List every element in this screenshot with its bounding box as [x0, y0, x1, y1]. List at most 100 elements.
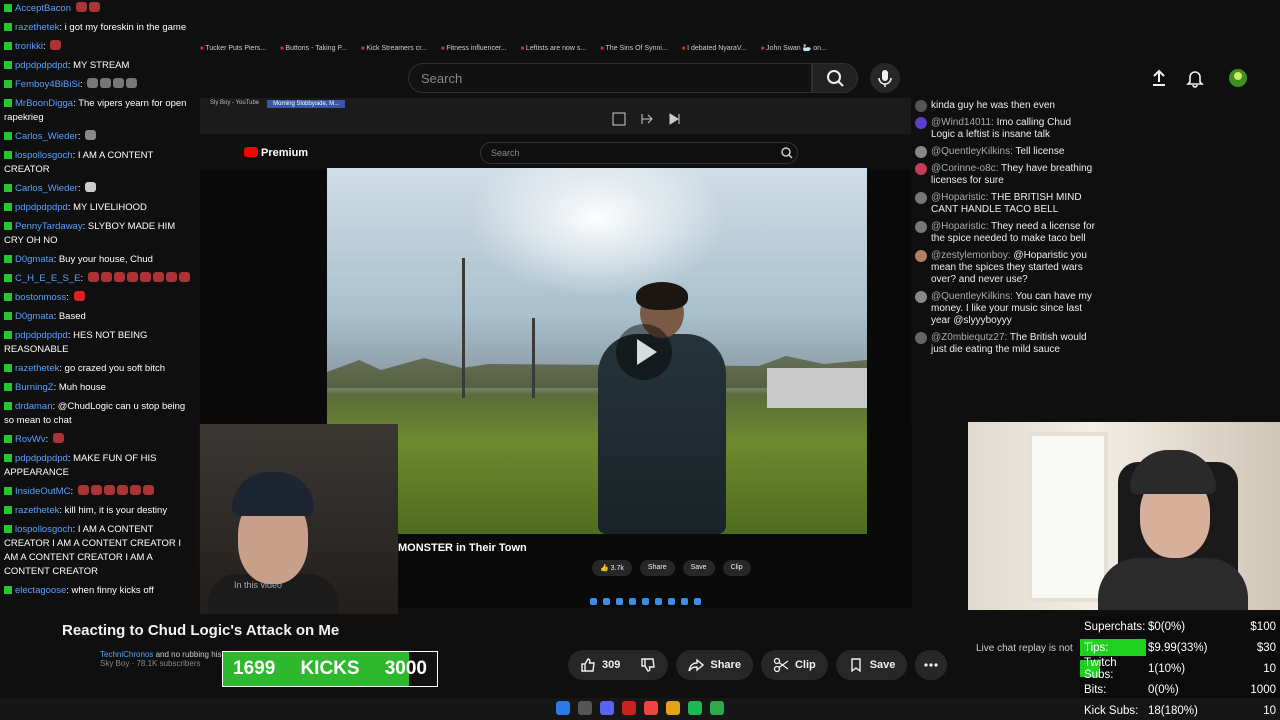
clip-label: Clip — [794, 659, 816, 671]
share-icon — [688, 658, 705, 672]
inner-chat-message: kinda guy he was then even — [915, 100, 1097, 112]
inner-chat-message: @Corinne-o8c: They have breathing licens… — [915, 163, 1097, 187]
avatar-icon — [1229, 69, 1247, 87]
more-icon — [924, 663, 939, 667]
chat-message: razethetek: go crazed you soft bitch — [4, 362, 196, 376]
goal-row: Superchats: $0(0%) $100 — [1084, 620, 1276, 633]
thumbs-down-icon[interactable] — [640, 657, 656, 673]
chat-message: Carlos_Wieder: — [4, 130, 196, 144]
chrome-icon[interactable] — [644, 701, 658, 715]
chat-message: trorikki: — [4, 40, 196, 54]
channel-subs: 78.1K subscribers — [136, 659, 201, 668]
video-person — [592, 282, 732, 534]
notifications-button[interactable] — [1185, 68, 1205, 88]
bookmark[interactable]: Tucker Puts Piers... — [200, 45, 266, 52]
chat-message: pdpdpdpdpd: MY LIVELIHOOD — [4, 201, 196, 215]
chat-message: RovWv: — [4, 433, 196, 447]
chat-message: C_H_E_E_S_E: — [4, 272, 196, 286]
chat-message: razethetek: i got my foreskin in the gam… — [4, 21, 196, 35]
inner-chat-message: @Z0mbiequtz27: The British would just di… — [915, 332, 1097, 356]
video-actions: 309 Share Clip Save — [568, 650, 948, 680]
search-icon — [827, 70, 844, 87]
avatar[interactable] — [1228, 68, 1248, 88]
play-button[interactable] — [616, 324, 672, 380]
inner-taskbar — [590, 598, 701, 605]
inner-search-input: Search — [480, 142, 798, 164]
guest-webcam: In this video — [198, 424, 398, 614]
like-count: 309 — [602, 659, 621, 671]
in-this-video-label: In this video — [234, 580, 283, 590]
upload-button[interactable] — [1149, 68, 1169, 88]
channel-name[interactable]: Sky Boy — [100, 659, 129, 668]
video-title: Reacting to Chud Logic's Attack on Me — [62, 622, 340, 639]
bookmarks-bar: Tucker Puts Piers... Buttons - Taking P.… — [200, 40, 1080, 56]
chat-message: Femboy4BiBiSi: — [4, 78, 196, 92]
bookmark[interactable]: Buttons - Taking P... — [280, 45, 347, 52]
discord-icon[interactable] — [600, 701, 614, 715]
chat-message: lospollosgoch: I AM A CONTENT CREATOR — [4, 150, 154, 175]
inner-search-icon — [781, 147, 793, 159]
folder-icon[interactable] — [666, 701, 680, 715]
inner-chat-message: @Hoparistic: THE BRITISH MIND CANT HANDL… — [915, 192, 1097, 216]
kicks-goal: 3000 — [384, 658, 427, 679]
save-button[interactable]: Save — [835, 650, 908, 680]
more-actions-button[interactable] — [915, 650, 948, 680]
inner-chat-message: @Hoparistic: They need a license for the… — [915, 221, 1097, 245]
upload-icon — [1153, 69, 1165, 86]
like-button[interactable]: 309 — [568, 650, 669, 680]
bookmark[interactable]: I debated NyaraV... — [682, 45, 747, 52]
video-frame — [327, 168, 867, 534]
spotify-icon[interactable] — [688, 701, 702, 715]
streamer-webcam — [968, 422, 1280, 610]
inner-share: Share — [639, 560, 675, 576]
inner-tab-active: Morning Slobbyside, M... — [267, 100, 346, 108]
app-icon[interactable] — [622, 701, 636, 715]
inner-chat-message: @QuentleyKilkins: You can have my money.… — [915, 291, 1097, 327]
chat-message: drdaman: @ChudLogic can u stop being so … — [4, 401, 186, 426]
chat-message: Carlos_Wieder: — [4, 182, 196, 196]
overlay-chat-user: TechniChronos — [100, 650, 154, 659]
building — [767, 368, 867, 408]
chat-message: PennyTardaway: SLYBOY MADE HIM CRY OH NO — [4, 221, 176, 246]
inner-tab: Sly Boy - YouTube — [210, 100, 260, 106]
search-taskbar-icon[interactable] — [578, 701, 592, 715]
mic-icon — [878, 70, 892, 87]
inner-chat-message: @Wind14011: Imo calling Chud Logic a lef… — [915, 117, 1097, 141]
inner-browser-tabs: Sly Boy - YouTube Morning Slobbyside, M.… — [200, 98, 912, 134]
mic-button[interactable] — [870, 63, 900, 93]
inner-chat-message: @zestylemonboy: @Hoparistic you mean the… — [915, 250, 1097, 286]
inner-like: 👍 3.7k — [592, 560, 632, 576]
bookmark[interactable]: Fitness influencer... — [441, 45, 506, 52]
bookmark[interactable]: The Sins Of Synni... — [600, 45, 668, 52]
bookmark[interactable]: Leftists are now s... — [521, 45, 586, 52]
search-button[interactable] — [812, 63, 858, 93]
goal-row: Bits: 0(0%) 1000 — [1084, 683, 1276, 696]
search-input[interactable]: Search — [408, 63, 812, 93]
kicks-label: KICKS — [300, 658, 360, 679]
chat-message: D0gmata: Buy your house, Chud — [4, 253, 196, 267]
start-icon[interactable] — [556, 701, 570, 715]
inner-actions: 👍 3.7k Share Save Clip — [592, 560, 751, 576]
inner-clip: Clip — [722, 560, 751, 576]
sky-glare — [467, 168, 727, 298]
chat-message: MrBoonDigga: The vipers yearn for open r… — [4, 98, 187, 123]
share-button[interactable]: Share — [676, 650, 753, 680]
thumbs-up-icon — [581, 658, 595, 672]
chat-message: pdpdpdpdpd: MAKE FUN OF HIS APPEARANCE — [4, 453, 157, 478]
inner-chat-message: @QuentleyKilkins: Tell license — [915, 146, 1097, 158]
chat-message: razethetek: kill him, it is your destiny — [4, 504, 196, 518]
share-label: Share — [710, 659, 741, 671]
light-pole — [462, 258, 465, 398]
chat-message: D0gmata: Based — [4, 310, 196, 324]
kicks-goal-bar: 1699 KICKS 3000 — [222, 651, 438, 687]
goal-row: Tips: $9.99(33%) $30 — [1080, 637, 1280, 658]
chat-message: pdpdpdpdpd: MY STREAM — [4, 59, 196, 73]
clip-button[interactable]: Clip — [760, 650, 828, 680]
obs-icon[interactable] — [710, 701, 724, 715]
bookmark[interactable]: John Swan 🦢 on... — [761, 44, 827, 52]
live-chat-replay-notice: Live chat replay is not — [976, 643, 1073, 654]
bookmark-icon — [851, 658, 861, 673]
bookmark[interactable]: Kick Streamers cr... — [361, 45, 427, 52]
chat-message: electagoose: when finny kicks off — [4, 584, 196, 598]
chat-message: bostonmoss: — [4, 291, 196, 305]
